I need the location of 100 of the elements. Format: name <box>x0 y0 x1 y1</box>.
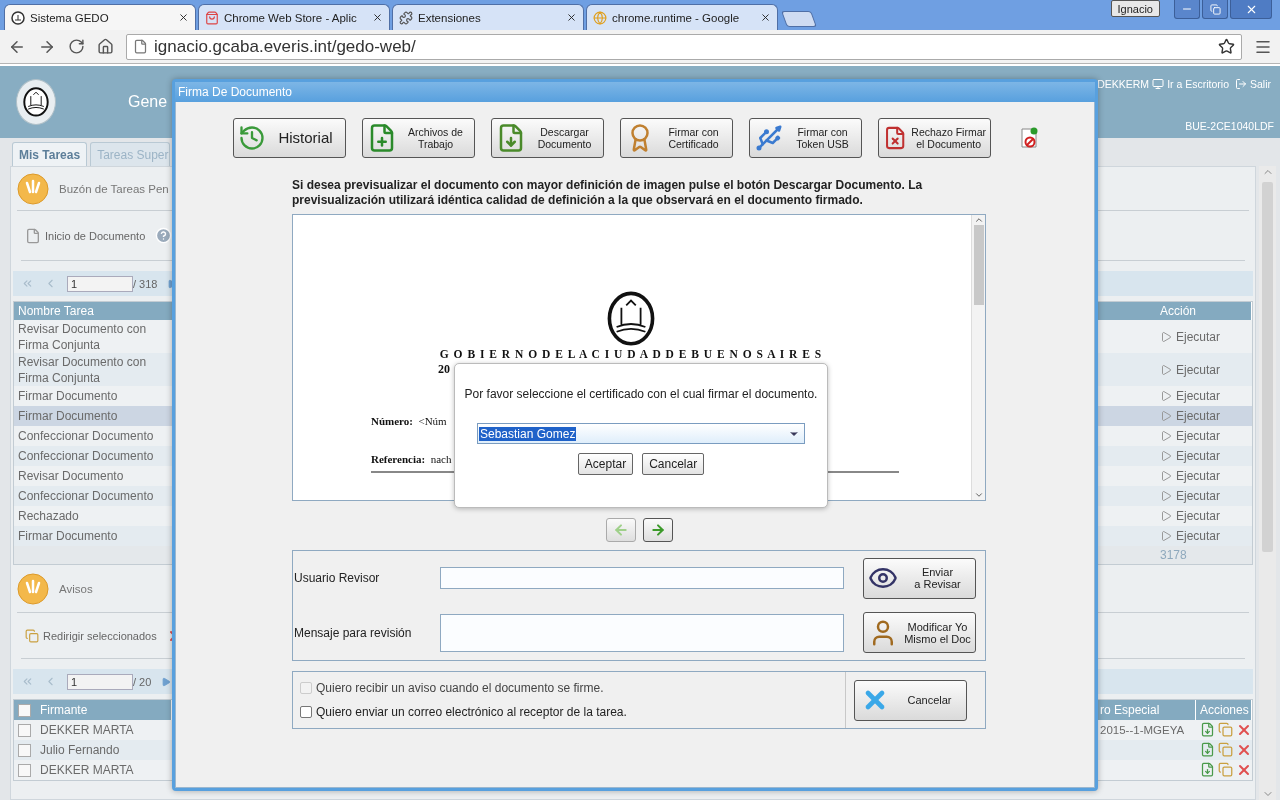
signer-name: DEKKER MARTA <box>39 762 135 778</box>
execute-link[interactable]: Ejecutar <box>1156 469 1252 483</box>
checkbox[interactable] <box>18 723 31 737</box>
cancel-button[interactable]: Cancelar <box>854 679 967 721</box>
star-icon[interactable] <box>1218 38 1235 55</box>
documents-icon[interactable] <box>1218 762 1233 777</box>
execute-link[interactable]: Ejecutar <box>1156 449 1252 463</box>
browser-tab[interactable]: Extensiones <box>392 4 584 30</box>
desktop-icon <box>1152 78 1165 90</box>
checkbox[interactable] <box>300 706 312 718</box>
logout-icon <box>1235 78 1247 90</box>
play-icon <box>1160 530 1172 542</box>
execute-link[interactable]: Ejecutar <box>1156 362 1252 377</box>
page-icon <box>133 39 148 54</box>
documents-icon[interactable] <box>1218 742 1233 757</box>
url-text: ignacio.gcaba.everis.int/gedo-web/ <box>154 36 416 57</box>
file-block-icon[interactable] <box>1021 127 1039 149</box>
task-name: Firmar Documento <box>17 528 119 544</box>
close-icon[interactable] <box>178 12 189 23</box>
scroll-thumb[interactable] <box>1262 182 1273 552</box>
play-icon <box>1160 390 1172 402</box>
scroll-down-icon[interactable] <box>973 490 984 500</box>
puzzle-icon <box>399 10 413 25</box>
execute-link[interactable]: Ejecutar <box>1156 529 1252 543</box>
redirect-link[interactable]: Redirigir seleccionados <box>43 629 157 642</box>
file-download-icon[interactable] <box>1200 722 1215 737</box>
cancel-button[interactable]: Cancelar <box>642 453 705 475</box>
reload-icon[interactable] <box>68 38 85 55</box>
execute-link[interactable]: Ejecutar <box>1156 389 1252 403</box>
checkbox[interactable] <box>18 703 31 717</box>
delete-icon[interactable] <box>1236 742 1252 758</box>
address-field[interactable]: ignacio.gcaba.everis.int/gedo-web/ <box>126 33 1242 60</box>
task-name: Rechazado <box>17 508 80 524</box>
reviewer-field[interactable] <box>440 567 844 590</box>
delete-icon[interactable] <box>1236 722 1252 738</box>
message-field[interactable] <box>440 613 844 652</box>
emblem-icon <box>17 172 49 205</box>
page-total: / 20 <box>133 675 152 688</box>
toolbar-button[interactable]: Historial <box>233 118 346 158</box>
page-field[interactable]: 1 <box>67 673 133 690</box>
document-heading: G O B I E R N O D E L A C I U D A D D E B U E N O S A I R E S <box>438 348 824 361</box>
app-title: Gene <box>128 93 168 111</box>
toolbar-button[interactable]: Descargar Documento <box>491 118 604 158</box>
restore-button[interactable] <box>1202 0 1228 19</box>
scroll-thumb[interactable] <box>973 225 984 305</box>
next-page-icon[interactable] <box>161 676 172 687</box>
task-name: Confeccionar Documento <box>17 428 155 444</box>
task-name: Revisar Documento con Firma Conjunta <box>17 353 148 386</box>
shopping-bag-icon <box>205 10 219 25</box>
play-icon <box>1160 490 1172 502</box>
app-tab[interactable]: Mis Tareas <box>12 142 88 166</box>
browser-tab[interactable]: Sistema GEDO <box>4 4 196 30</box>
toolbar-button[interactable]: Firmar con Certificado <box>620 118 733 158</box>
document-text: 20 <box>438 362 451 378</box>
signer-name: Julio Fernando <box>39 742 121 758</box>
checkbox[interactable] <box>18 743 31 757</box>
next-button[interactable] <box>642 518 673 542</box>
play-icon <box>1160 510 1172 522</box>
close-icon[interactable] <box>372 12 383 23</box>
minimize-button[interactable] <box>1174 0 1200 19</box>
preview-notice: Si desea previsualizar el documento con mayor definición de imagen pulse el botón Descargar Documento. La previsualización utilizará idéntica calidad de definición a la que observará en el documento firmado. <box>292 178 924 208</box>
section-title: Avisos <box>59 582 93 595</box>
help-icon[interactable] <box>155 227 173 244</box>
execute-link[interactable]: Ejecutar <box>1156 429 1252 443</box>
close-button[interactable] <box>1230 0 1272 19</box>
toolbar-button[interactable]: Firmar con Token USB <box>749 118 862 158</box>
new-document-link[interactable]: Inicio de Documento <box>45 229 146 242</box>
edit-self-button[interactable]: Modificar Yo Mismo el Doc <box>863 612 976 654</box>
execute-link[interactable]: Ejecutar <box>1156 409 1252 423</box>
scrollbar[interactable] <box>1259 166 1276 800</box>
file-download-icon[interactable] <box>1200 762 1215 777</box>
document-icon <box>25 227 41 244</box>
send-review-button[interactable]: Enviar a Revisar <box>863 557 976 599</box>
toolbar-button[interactable]: Archivos de Trabajo <box>362 118 475 158</box>
documents-icon[interactable] <box>1218 722 1233 737</box>
task-name: Confeccionar Documento <box>17 488 155 504</box>
execute-link[interactable]: Ejecutar <box>1156 489 1252 503</box>
file-download-icon[interactable] <box>1200 742 1215 757</box>
accept-button[interactable]: Aceptar <box>577 453 634 475</box>
home-icon[interactable] <box>97 38 114 55</box>
task-name: Firmar Documento <box>17 388 119 404</box>
office-code: BUE-2CE1040LDF <box>1185 120 1274 132</box>
delete-icon[interactable] <box>1236 762 1252 778</box>
execute-link[interactable]: Ejecutar <box>1156 329 1252 344</box>
toolbar-button[interactable]: Rechazo Firmar el Documento <box>878 118 991 158</box>
close-icon[interactable] <box>566 12 577 23</box>
scroll-up-icon[interactable] <box>973 215 984 225</box>
certificate-select[interactable]: Sebastian Gomez <box>477 423 805 444</box>
new-tab-button[interactable] <box>781 11 817 27</box>
option-label: Quiero recibir un aviso cuando el documento se firme. <box>316 681 604 695</box>
scrollbar[interactable] <box>971 215 985 500</box>
page-field[interactable]: 1 <box>67 275 133 292</box>
browser-tab[interactable]: chrome.runtime - Google <box>586 4 778 30</box>
field-label: Mensaje para revisión <box>294 625 413 640</box>
browser-tab[interactable]: Chrome Web Store - Aplic <box>198 4 390 30</box>
execute-link[interactable]: Ejecutar <box>1156 509 1252 523</box>
checkbox[interactable] <box>18 763 31 777</box>
profile-button[interactable]: Ignacio <box>1110 0 1160 17</box>
close-icon[interactable] <box>760 12 771 23</box>
signer-name: DEKKER MARTA <box>39 722 135 738</box>
